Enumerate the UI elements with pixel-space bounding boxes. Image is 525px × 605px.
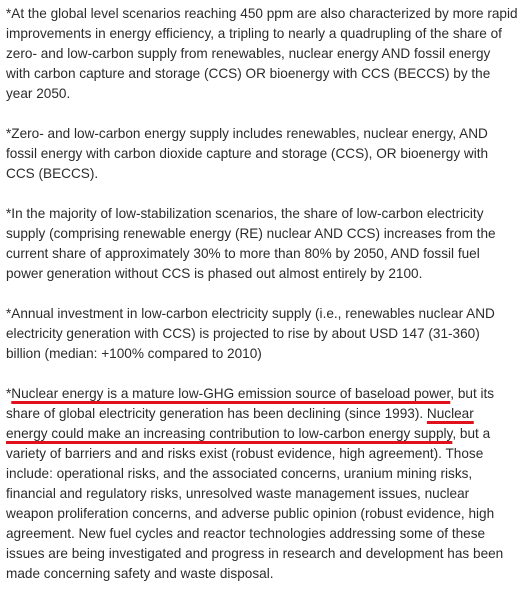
paragraph-text: *At the global level scenarios reaching … <box>6 6 518 101</box>
document-body: *At the global level scenarios reaching … <box>6 4 518 604</box>
paragraph-zero-low-carbon-supply: *Zero- and low-carbon energy supply incl… <box>6 124 518 184</box>
paragraph-text: *Zero- and low-carbon energy supply incl… <box>6 126 489 181</box>
underlined-statement-mature-baseload: Nuclear energy is a mature low-GHG emiss… <box>11 386 451 401</box>
paragraph-annual-investment: *Annual investment in low-carbon electri… <box>6 304 518 364</box>
paragraph-450ppm-scenarios: *At the global level scenarios reaching … <box>6 4 518 104</box>
paragraph-text: *Annual investment in low-carbon electri… <box>6 306 495 361</box>
paragraph-nuclear-energy: *Nuclear energy is a mature low-GHG emis… <box>6 384 518 584</box>
paragraph-text: , but a variety of barriers and and risk… <box>6 426 504 581</box>
paragraph-low-stabilization-scenarios: *In the majority of low-stabilization sc… <box>6 204 518 284</box>
paragraph-text: *In the majority of low-stabilization sc… <box>6 206 496 281</box>
